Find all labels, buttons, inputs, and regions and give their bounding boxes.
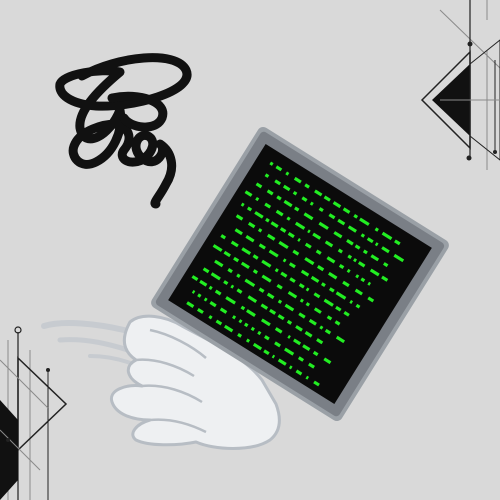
bottom-left-triangle-decoration-icon [0,326,68,500]
illustration-svg [0,0,500,500]
illustration-canvas [0,0,500,500]
scribble-icon [55,53,192,209]
top-right-triangle-decoration-icon [420,0,500,170]
